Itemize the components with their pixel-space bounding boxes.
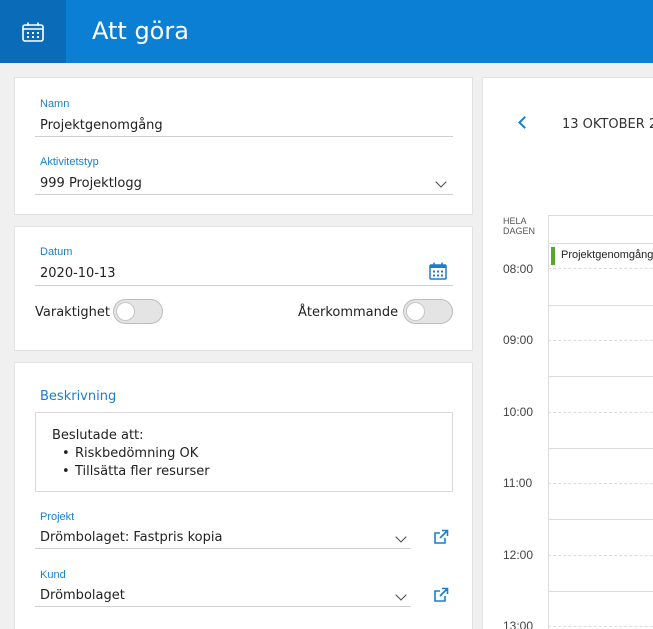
- project-underline: [35, 548, 411, 549]
- name-field[interactable]: Projektgenomgång: [40, 118, 163, 133]
- hour-label: 13:00: [503, 619, 534, 629]
- description-intro: Beslutade att:: [52, 428, 144, 443]
- recurring-label: Återkommande: [298, 305, 399, 320]
- calendar-panel: 13 OKTOBER 2020 HELA DAGEN 08:00 09:00 1…: [482, 77, 653, 629]
- date-label: Datum: [40, 246, 73, 258]
- name-label: Namn: [40, 98, 70, 110]
- date-underline: [35, 285, 453, 286]
- name-underline: [35, 136, 453, 137]
- customer-label: Kund: [40, 569, 66, 581]
- duration-toggle[interactable]: [113, 299, 163, 324]
- project-label: Projekt: [40, 511, 75, 523]
- app-header: Att göra: [0, 0, 653, 63]
- customer-underline: [35, 606, 411, 607]
- hour-label: 12:00: [503, 548, 534, 562]
- list-item: Tillsätta fler resurser: [62, 463, 452, 481]
- hour-label: 08:00: [503, 262, 534, 276]
- activity-type-label: Aktivitetstyp: [40, 156, 99, 168]
- description-title: Beskrivning: [40, 389, 117, 404]
- chevron-left-icon[interactable]: [518, 116, 531, 129]
- day-grid[interactable]: [548, 215, 653, 629]
- calendar-event[interactable]: Projektgenomgång: [551, 247, 653, 265]
- chevron-down-icon[interactable]: [435, 176, 447, 188]
- date-field[interactable]: 2020-10-13: [40, 266, 116, 281]
- description-textarea[interactable]: Beslutade att: Riskbedömning OK Tillsätt…: [35, 412, 453, 492]
- chevron-down-icon[interactable]: [395, 531, 407, 543]
- external-link-icon[interactable]: [433, 587, 449, 603]
- date-picker-icon[interactable]: [429, 262, 447, 285]
- calendar-date-header: 13 OKTOBER 2020: [562, 117, 653, 132]
- activity-type-select[interactable]: 999 Projektlogg: [40, 176, 142, 191]
- activity-underline: [35, 194, 453, 195]
- hour-label: 10:00: [503, 405, 534, 419]
- description-list: Riskbedömning OK Tillsätta fler resurser: [52, 445, 452, 481]
- recurring-toggle[interactable]: [403, 299, 453, 324]
- date-card: Datum 2020-10-13 Varaktighet Återkommand…: [14, 226, 473, 351]
- project-select[interactable]: Drömbolaget: Fastpris kopia: [40, 530, 222, 545]
- duration-label: Varaktighet: [35, 305, 110, 320]
- list-item: Riskbedömning OK: [62, 445, 452, 463]
- page-title: Att göra: [92, 17, 189, 45]
- external-link-icon[interactable]: [433, 529, 449, 545]
- description-card: Beskrivning Beslutade att: Riskbedömning…: [14, 362, 473, 629]
- hour-label: 09:00: [503, 333, 534, 347]
- customer-select[interactable]: Drömbolaget: [40, 588, 125, 603]
- allday-label: HELA DAGEN: [503, 216, 536, 236]
- basic-info-card: Namn Projektgenomgång Aktivitetstyp 999 …: [14, 77, 473, 215]
- chevron-down-icon[interactable]: [395, 589, 407, 601]
- hour-label: 11:00: [503, 476, 533, 490]
- calendar-icon[interactable]: [0, 0, 66, 63]
